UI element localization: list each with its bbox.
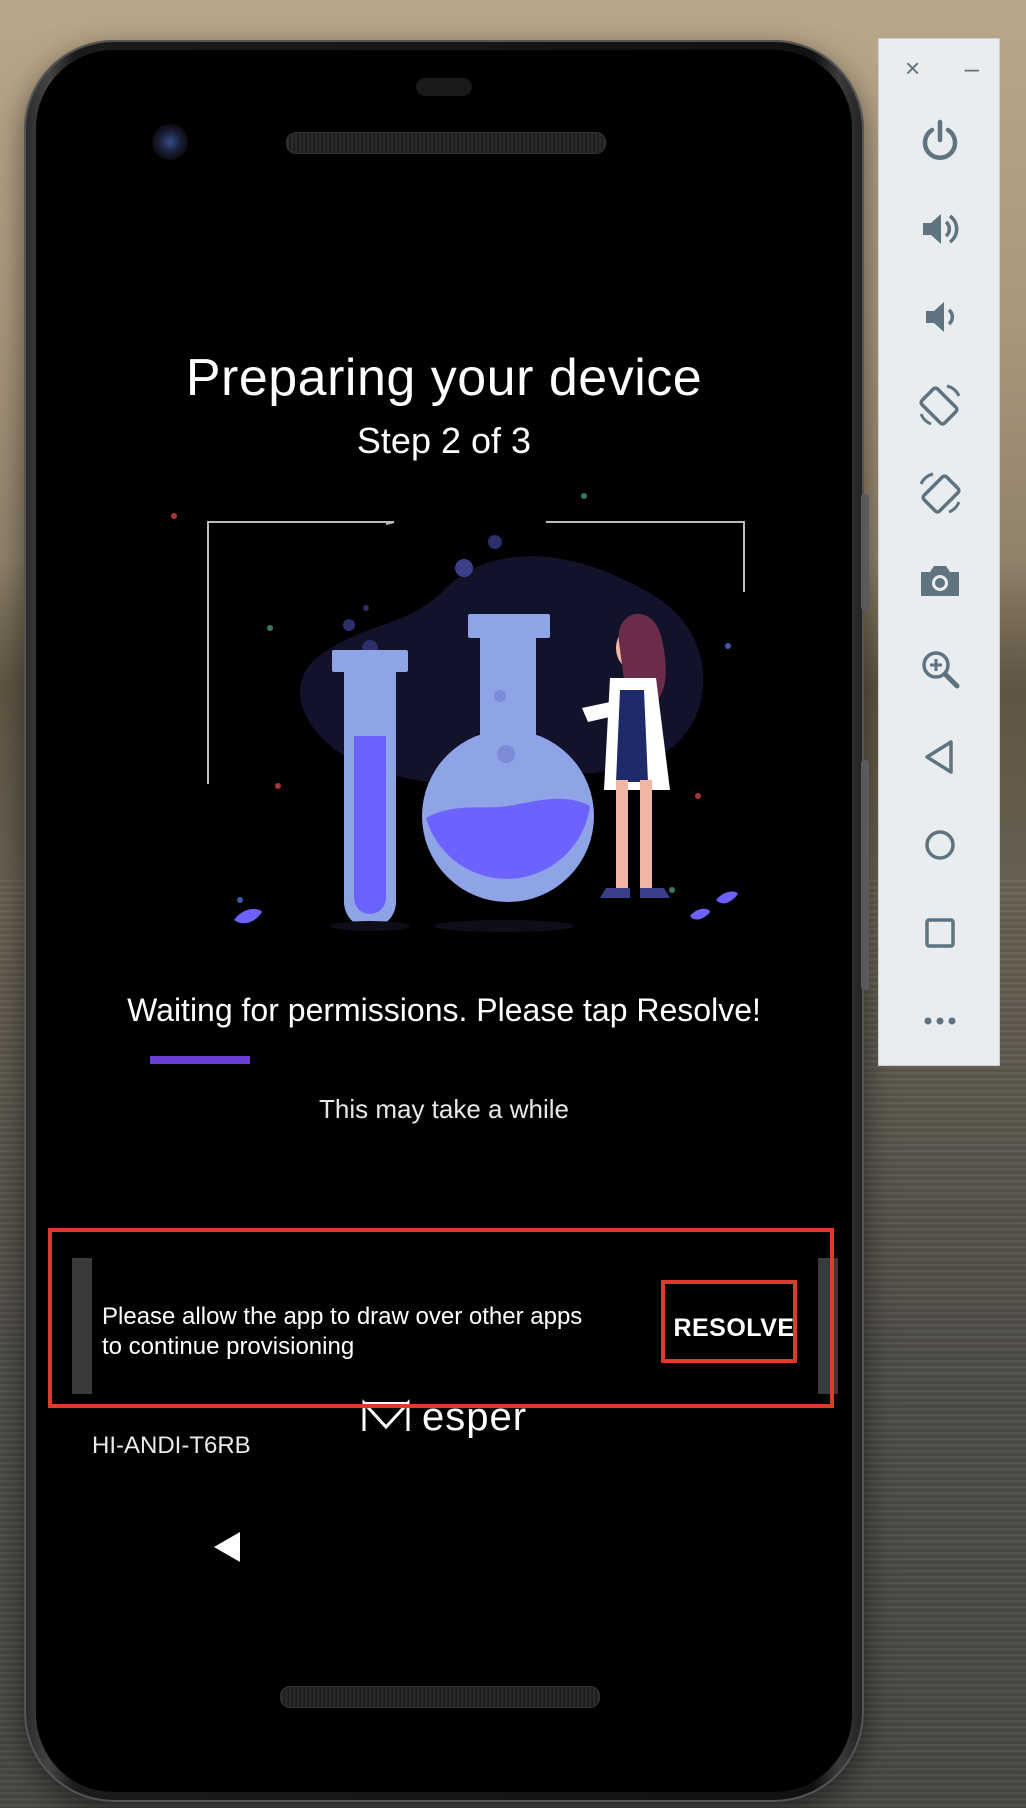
close-button[interactable]: × bbox=[905, 53, 920, 84]
minimize-button[interactable]: – bbox=[965, 53, 979, 84]
screenshot-button[interactable] bbox=[879, 537, 1001, 625]
rotate-left-button[interactable] bbox=[879, 361, 1001, 449]
esper-logo-icon bbox=[362, 1399, 410, 1431]
brand-name: esper bbox=[422, 1396, 528, 1438]
proximity-sensor bbox=[416, 78, 472, 96]
lab-illustration bbox=[171, 493, 745, 932]
rotate-left-icon bbox=[919, 384, 961, 426]
volume-down-icon bbox=[926, 302, 955, 332]
overview-icon bbox=[925, 918, 955, 948]
nav-back-icon[interactable] bbox=[212, 1530, 242, 1564]
device-screen: Preparing your device Step 2 of 3 Waitin… bbox=[48, 180, 840, 1600]
power-button[interactable] bbox=[879, 97, 1001, 185]
back-icon bbox=[925, 740, 953, 774]
back-button[interactable] bbox=[879, 713, 1001, 801]
status-message: Waiting for permissions. Please tap Reso… bbox=[127, 992, 761, 1028]
step-indicator: Step 2 of 3 bbox=[356, 420, 532, 461]
home-icon bbox=[925, 830, 955, 860]
wait-note: This may take a while bbox=[319, 1094, 569, 1124]
volume-up-button[interactable] bbox=[879, 185, 1001, 273]
emulator-toolbar: × – bbox=[878, 38, 1000, 1066]
home-button[interactable] bbox=[879, 801, 1001, 889]
toolbar-window-controls: × – bbox=[879, 39, 999, 97]
snackbar-edge-left bbox=[72, 1258, 92, 1394]
progress-bar bbox=[150, 1056, 738, 1064]
volume-up-icon bbox=[923, 214, 959, 244]
front-camera-icon bbox=[152, 124, 188, 160]
resolve-button[interactable]: RESOLVE bbox=[668, 1286, 800, 1370]
bottom-speaker bbox=[280, 1686, 600, 1708]
volume-down-button[interactable] bbox=[879, 273, 1001, 361]
more-button[interactable] bbox=[879, 977, 1001, 1065]
side-button-power bbox=[861, 494, 869, 610]
earpiece-speaker bbox=[286, 132, 606, 154]
rotate-right-button[interactable] bbox=[879, 449, 1001, 537]
snackbar-message: Please allow the app to draw over other … bbox=[102, 1303, 583, 1360]
esper-logo: esper bbox=[360, 1396, 527, 1438]
rotate-right-icon bbox=[919, 472, 961, 514]
zoom-button[interactable] bbox=[879, 625, 1001, 713]
zoom-icon bbox=[922, 651, 960, 689]
progress-bar-fill bbox=[150, 1056, 250, 1064]
more-icon bbox=[924, 1017, 956, 1025]
overview-button[interactable] bbox=[879, 889, 1001, 977]
device-id: HI-ANDI-T6RB bbox=[92, 1432, 251, 1459]
side-button-volume bbox=[861, 760, 869, 990]
power-icon bbox=[922, 119, 958, 160]
camera-icon bbox=[921, 566, 959, 596]
page-title: Preparing your device bbox=[185, 349, 703, 407]
snackbar-edge-right bbox=[818, 1258, 838, 1394]
